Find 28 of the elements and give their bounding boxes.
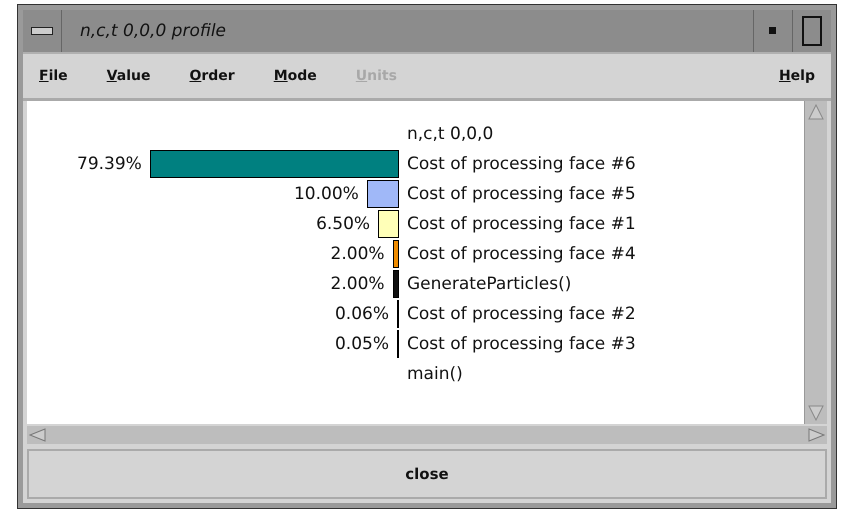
horizontal-scrollbar[interactable] (27, 426, 827, 444)
percent-text: 10.00% (294, 184, 359, 204)
function-label: Cost of processing face #3 (406, 334, 636, 354)
percent-text: 2.00% (330, 274, 385, 294)
function-label: Cost of processing face #4 (406, 244, 636, 264)
function-label: main() (406, 364, 463, 384)
minimize-icon[interactable] (769, 27, 777, 35)
window-title: n,c,t 0,0,0 profile (79, 21, 228, 41)
menu-item[interactable]: Value (102, 68, 154, 84)
percent-text: 6.50% (316, 214, 370, 234)
profile-header: n,c,t 0,0,0 (406, 124, 494, 144)
vertical-scrollbar[interactable] (804, 101, 827, 424)
window-menu-icon[interactable] (31, 27, 53, 35)
menu-item[interactable]: Help (774, 68, 819, 84)
function-label: Cost of processing face #6 (406, 154, 636, 174)
menu-item[interactable]: Order (185, 68, 239, 84)
function-label: GenerateParticles() (406, 274, 572, 294)
function-label: Cost of processing face #5 (406, 184, 636, 204)
function-label: Cost of processing face #2 (406, 304, 636, 324)
menu-item[interactable]: Mode (270, 68, 321, 84)
close-button[interactable]: close (27, 449, 827, 499)
percent-text: 2.00% (330, 244, 385, 264)
percent-text: 79.39% (77, 154, 142, 174)
maximize-icon[interactable] (802, 16, 822, 46)
function-label: Cost of processing face #1 (406, 214, 636, 234)
percent-text: 0.05% (334, 334, 389, 354)
menu-item[interactable]: File (35, 68, 72, 84)
percent-text: 0.06% (334, 304, 389, 324)
